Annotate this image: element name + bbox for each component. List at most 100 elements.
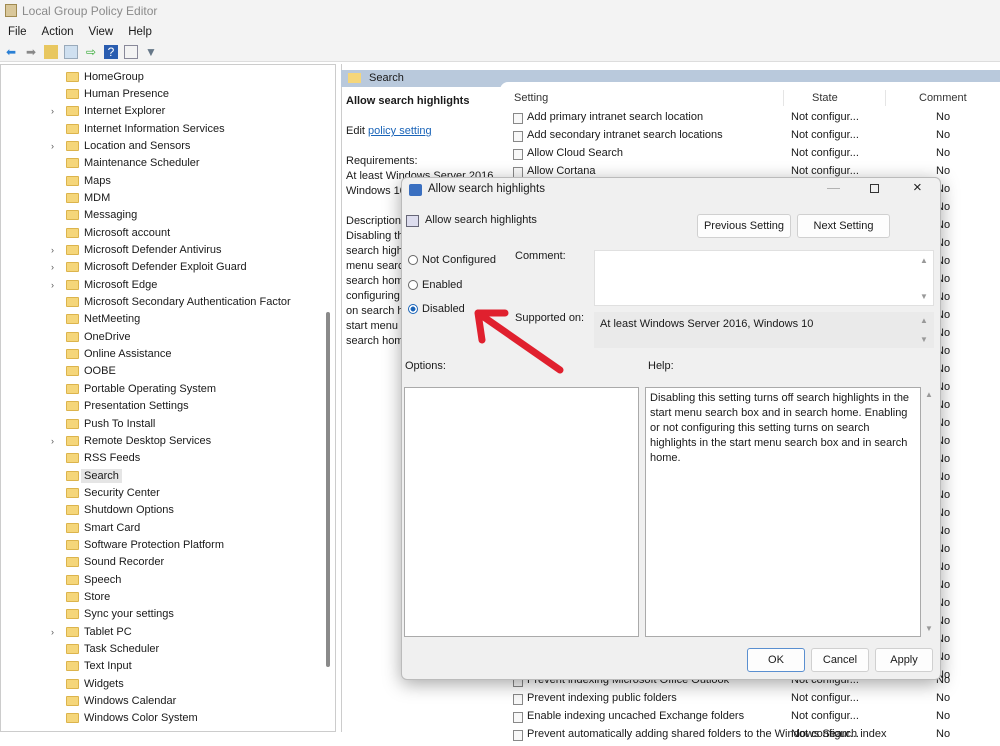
tree-item[interactable]: › Microsoft Defender Exploit Guard [51, 259, 247, 276]
previous-setting-button[interactable]: Previous Setting [697, 214, 791, 238]
expand-chevron-icon[interactable]: › [51, 436, 61, 446]
scroll-down-icon[interactable]: ▼ [920, 335, 928, 344]
tree-item[interactable]: Store [51, 589, 110, 606]
expand-chevron-icon[interactable]: › [51, 627, 61, 637]
ok-button[interactable]: OK [747, 648, 805, 672]
menu-help[interactable]: Help [128, 26, 152, 38]
table-row[interactable]: Prevent automatically adding shared fold… [513, 728, 1000, 746]
tree-item[interactable]: ›Windows Customer Experience Improvement… [51, 727, 315, 731]
tree-item[interactable]: › Remote Desktop Services [51, 432, 211, 449]
expand-chevron-icon[interactable]: › [51, 106, 61, 116]
tree-item[interactable]: › Microsoft Defender Antivirus [51, 242, 222, 259]
export-list-icon[interactable]: ⇨ [84, 45, 98, 59]
back-icon[interactable]: ⬅ [4, 45, 18, 59]
menu-action[interactable]: Action [42, 26, 74, 38]
tree-item[interactable]: Portable Operating System [51, 380, 216, 397]
scroll-down-icon[interactable]: ▼ [920, 292, 928, 301]
setting-state: Not configur... [791, 165, 859, 177]
folder-icon [66, 279, 79, 290]
radio-disabled[interactable]: Disabled [408, 303, 465, 315]
column-comment[interactable]: Comment [919, 92, 967, 104]
tree-item[interactable]: Online Assistance [51, 346, 171, 363]
tree-item[interactable]: MDM [51, 189, 110, 206]
tree-item[interactable]: Windows Calendar [51, 693, 176, 710]
expand-chevron-icon[interactable]: › [51, 280, 61, 290]
table-row[interactable]: Allow Cloud Search Not configur... No [513, 147, 1000, 165]
tree-item[interactable]: › Internet Explorer [51, 103, 165, 120]
radio-enabled[interactable]: Enabled [408, 279, 462, 291]
help-icon[interactable]: ? [104, 44, 118, 59]
tree-item[interactable]: Speech [51, 571, 121, 588]
up-folder-icon[interactable] [44, 44, 58, 59]
tree-item[interactable]: Text Input [51, 658, 132, 675]
help-box: Disabling this setting turns off search … [645, 387, 921, 637]
tree-item[interactable]: Widgets [51, 675, 124, 692]
next-setting-button[interactable]: Next Setting [797, 214, 890, 238]
scroll-down-icon[interactable]: ▼ [925, 624, 933, 633]
apply-button[interactable]: Apply [875, 648, 933, 672]
supported-on-text: At least Windows Server 2016, Windows 10 [600, 318, 814, 330]
folder-icon [66, 262, 79, 273]
policy-icon [513, 694, 523, 705]
table-row[interactable]: Add primary intranet search location Not … [513, 111, 1000, 129]
column-setting[interactable]: Setting [514, 92, 548, 104]
tree-item[interactable]: Maps [51, 172, 111, 189]
expand-chevron-icon[interactable]: › [51, 245, 61, 255]
tree-item[interactable]: OOBE [51, 363, 116, 380]
tree-item[interactable]: Windows Color System [51, 710, 198, 727]
tree-item[interactable]: Human Presence [51, 85, 169, 102]
tree-item[interactable]: Smart Card [51, 519, 140, 536]
menu-view[interactable]: View [89, 26, 114, 38]
properties-icon[interactable] [124, 44, 138, 59]
tree-item[interactable]: Microsoft Secondary Authentication Facto… [51, 294, 291, 311]
tree-item[interactable]: Software Protection Platform [51, 536, 224, 553]
scroll-up-icon[interactable]: ▲ [920, 316, 928, 325]
tree-item[interactable]: Sync your settings [51, 606, 174, 623]
tree-item[interactable]: Task Scheduler [51, 641, 159, 658]
folder-icon [66, 609, 79, 620]
tree-item[interactable]: Push To Install [51, 415, 155, 432]
menu-file[interactable]: File [8, 26, 27, 38]
expand-chevron-icon[interactable]: › [51, 141, 61, 151]
forward-icon[interactable]: ➡ [24, 45, 38, 59]
tree-item[interactable]: HomeGroup [51, 68, 144, 85]
filter-icon[interactable]: ▼ [144, 45, 158, 59]
tree-item[interactable]: Sound Recorder [51, 554, 164, 571]
maximize-icon[interactable] [870, 184, 879, 193]
scroll-up-icon[interactable]: ▲ [925, 390, 933, 399]
tree-item[interactable]: › Tablet PC [51, 623, 132, 640]
tree-item[interactable]: NetMeeting [51, 311, 140, 328]
comment-textarea[interactable] [594, 250, 934, 306]
minimize-icon[interactable]: — [827, 180, 840, 195]
table-row[interactable]: Add secondary intranet search locations N… [513, 129, 1000, 147]
close-icon[interactable]: × [913, 179, 922, 196]
tree-item-label: Push To Install [84, 417, 156, 430]
table-row[interactable]: Enable indexing uncached Exchange folder… [513, 710, 1000, 728]
tree-item[interactable]: › Microsoft Edge [51, 276, 157, 293]
tree-scrollbar[interactable] [326, 312, 330, 667]
column-state[interactable]: State [812, 92, 838, 104]
tree-item[interactable]: Security Center [51, 484, 160, 501]
scroll-up-icon[interactable]: ▲ [920, 256, 928, 265]
tree-item[interactable]: Messaging [51, 207, 137, 224]
folder-icon [66, 470, 79, 481]
folder-icon [66, 505, 79, 516]
show-hide-tree-icon[interactable] [64, 44, 78, 59]
tree-item[interactable]: Shutdown Options [51, 502, 174, 519]
tree-item-label: Maintenance Scheduler [84, 157, 200, 170]
tree-item[interactable]: Microsoft account [51, 224, 170, 241]
cancel-button[interactable]: Cancel [811, 648, 869, 672]
radio-not-configured[interactable]: Not Configured [408, 254, 496, 266]
expand-chevron-icon[interactable]: › [51, 262, 61, 272]
tree-item[interactable]: Internet Information Services [51, 120, 225, 137]
policy-setting-link[interactable]: policy setting [368, 125, 432, 137]
tree-item[interactable]: Search [51, 467, 122, 484]
setting-comment: No [936, 710, 951, 722]
tree-item[interactable]: Presentation Settings [51, 398, 189, 415]
tree-item[interactable]: RSS Feeds [51, 450, 140, 467]
table-row[interactable]: Prevent indexing public folders Not confi… [513, 692, 1000, 710]
tree-item[interactable]: Maintenance Scheduler [51, 155, 200, 172]
tree-item[interactable]: OneDrive [51, 328, 130, 345]
tree-item[interactable]: › Location and Sensors [51, 137, 190, 154]
tree-item-label: OneDrive [84, 330, 131, 343]
